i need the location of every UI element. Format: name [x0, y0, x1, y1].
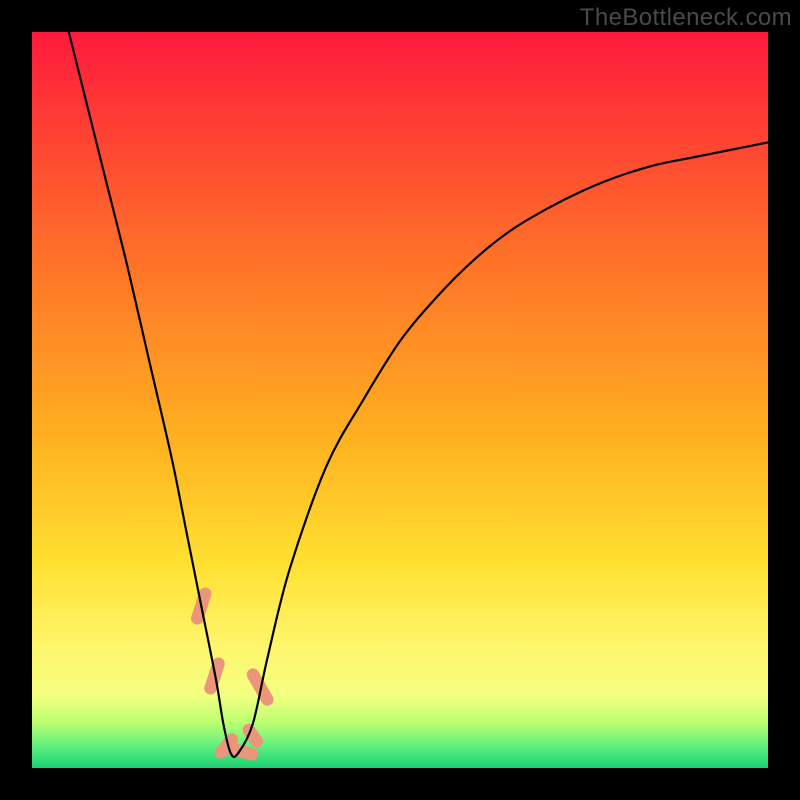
chart-frame: TheBottleneck.com	[0, 0, 800, 800]
gradient-backdrop	[32, 32, 768, 768]
watermark-text: TheBottleneck.com	[580, 4, 792, 32]
plot-area	[32, 32, 768, 768]
plot-svg	[32, 32, 768, 768]
